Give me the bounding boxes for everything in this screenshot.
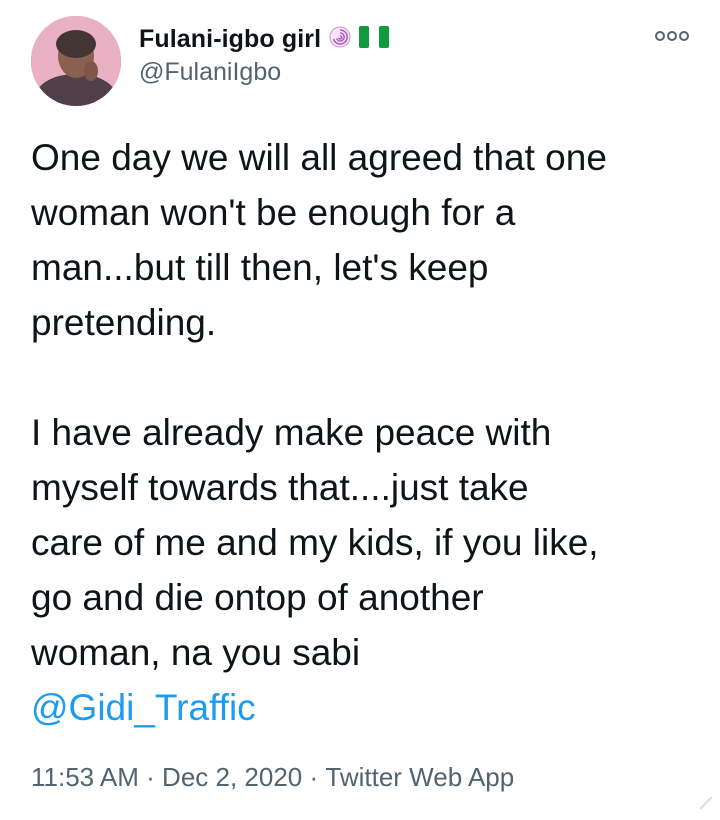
author-handle[interactable]: @FulaniIgbo — [139, 58, 281, 87]
mention-link[interactable]: @Gidi_Traffic — [31, 687, 256, 728]
meta-separator: · — [138, 762, 163, 792]
tweet-time[interactable]: 11:53 AM — [31, 762, 139, 793]
cyclone-emoji-icon — [329, 26, 351, 53]
nigeria-flag-icon — [359, 25, 390, 53]
corner-mark-icon — [698, 795, 714, 816]
tweet-date[interactable]: Dec 2, 2020 — [162, 762, 302, 793]
avatar-photo — [31, 16, 121, 106]
avatar[interactable] — [31, 16, 121, 106]
tweet-text: One day we will all agreed that one woma… — [31, 130, 701, 735]
tweet-card: Fulani-igbo girl @FulaniIgbo One day we … — [0, 0, 720, 820]
tweet-metadata: 11:53 AM · Dec 2, 2020 · Twitter Web App — [31, 762, 514, 793]
more-dots-icon — [655, 31, 689, 41]
author-name-row: Fulani-igbo girl — [139, 23, 390, 55]
meta-separator: · — [302, 762, 326, 792]
tweet-source[interactable]: Twitter Web App — [325, 762, 514, 793]
tweet-paragraph: I have already make peace with myself to… — [31, 412, 599, 673]
more-options-button[interactable] — [652, 24, 692, 48]
tweet-paragraph: One day we will all agreed that one woma… — [31, 137, 607, 343]
author-display-name[interactable]: Fulani-igbo girl — [139, 25, 321, 54]
